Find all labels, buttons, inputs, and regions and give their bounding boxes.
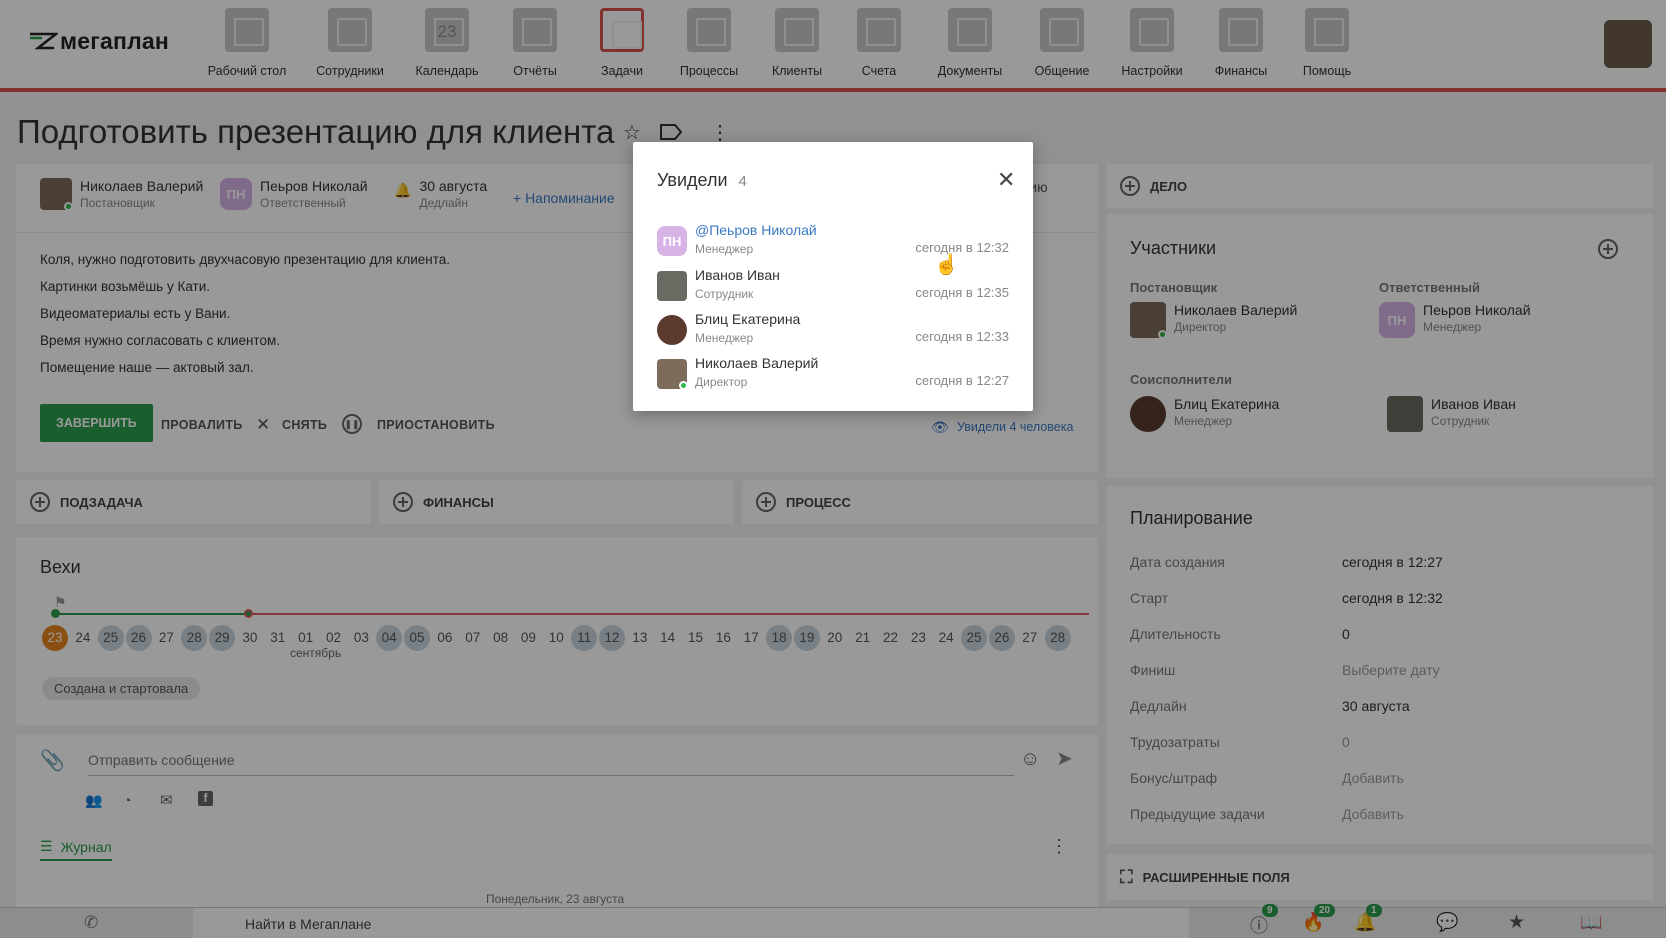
viewer-name: Блиц Екатерина [695,311,801,327]
avatar: ПН [657,226,687,256]
viewer-role: Менеджер [695,242,754,256]
dialog-title-text: Увидели [657,170,728,190]
viewer-time: сегодня в 12:33 [915,329,1009,344]
online-indicator [679,381,688,390]
avatar [657,315,687,345]
viewer-time: сегодня в 12:35 [915,285,1009,300]
viewer-name: Николаев Валерий [695,355,819,371]
modal-overlay[interactable] [0,0,1666,938]
viewer-count: 4 [738,173,747,190]
viewer-name: Иванов Иван [695,267,780,283]
viewer-time: сегодня в 12:27 [915,373,1009,388]
avatar [657,359,688,390]
viewer-row[interactable]: Николаев Валерий Директор сегодня в 12:2… [657,355,1009,399]
viewer-role: Директор [695,375,748,389]
calendar-day: 23 [437,22,457,41]
close-icon[interactable]: ✕ [997,167,1015,193]
mouse-cursor-icon: ☝ [934,254,959,276]
dialog-title: Увидели 4 [657,170,747,191]
seen-by-dialog: Увидели 4 ✕ ПН @Пеьров Николай Менеджер … [633,142,1033,411]
avatar [657,271,687,301]
viewer-name[interactable]: @Пеьров Николай [695,222,817,238]
viewer-role: Сотрудник [695,287,754,301]
viewer-row[interactable]: Блиц Екатерина Менеджер сегодня в 12:33 [657,311,1009,355]
viewer-role: Менеджер [695,331,754,345]
viewer-time: сегодня в 12:32 [915,240,1009,255]
